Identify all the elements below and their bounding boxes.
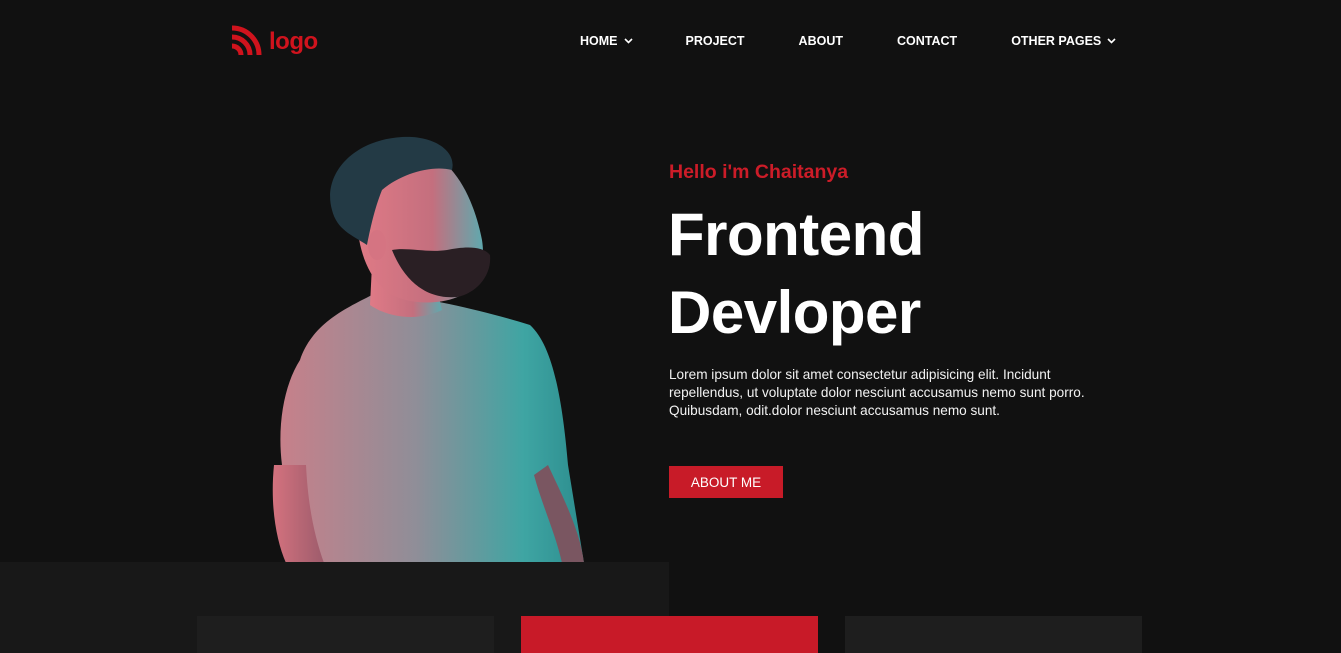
hero-title: Frontend Devloper — [668, 196, 924, 352]
hero-greeting: Hello i'm Chaitanya — [669, 161, 849, 183]
feature-card-highlighted — [521, 616, 818, 653]
logo-text: logo — [269, 27, 318, 55]
page: logo HOME PROJECT ABOUT CONTACT OTHER PA… — [0, 0, 1341, 653]
nav-item-home-label: HOME — [580, 34, 618, 48]
feature-card — [845, 616, 1142, 653]
nav-item-other-pages-label: OTHER PAGES — [1011, 34, 1102, 48]
nav-item-project[interactable]: PROJECT — [686, 34, 745, 48]
hero-title-line-2: Devloper — [668, 279, 921, 346]
about-me-button[interactable]: ABOUT ME — [669, 466, 783, 498]
nav-item-other-pages[interactable]: OTHER PAGES — [1011, 34, 1116, 48]
nav-item-about-label: ABOUT — [798, 34, 843, 48]
feature-card — [197, 616, 494, 653]
nav-item-about[interactable]: ABOUT — [799, 34, 843, 48]
portrait-photo — [272, 136, 584, 563]
hero-description: Lorem ipsum dolor sit amet consectetur a… — [669, 367, 1085, 418]
hero-title-line-1: Frontend — [668, 201, 924, 268]
chevron-down-icon — [1107, 38, 1116, 44]
nav-item-home[interactable]: HOME — [580, 34, 633, 48]
wifi-signal-icon — [231, 25, 262, 56]
nav-item-contact-label: CONTACT — [897, 34, 958, 48]
nav-item-contact[interactable]: CONTACT — [897, 34, 957, 48]
chevron-down-icon — [623, 38, 633, 44]
logo-link[interactable]: logo — [229, 25, 318, 58]
main-nav: HOME PROJECT ABOUT CONTACT OTHER PAGES — [580, 34, 1116, 48]
nav-item-project-label: PROJECT — [685, 34, 745, 48]
